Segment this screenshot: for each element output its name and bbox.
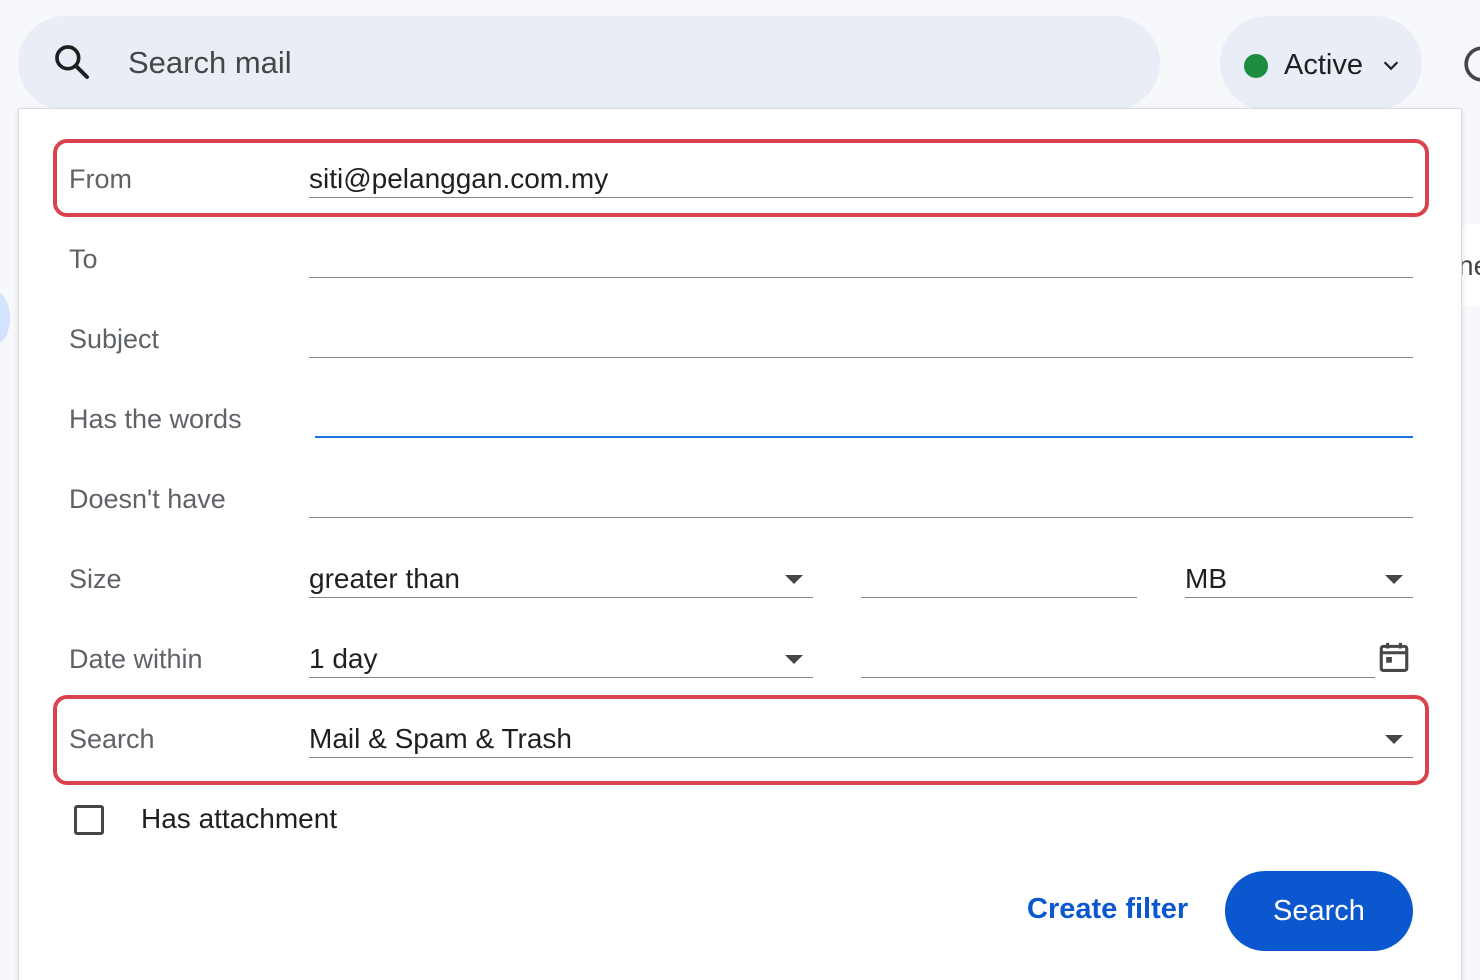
search-in-value: Mail & Spam & Trash xyxy=(309,723,572,754)
date-within-underline xyxy=(309,677,813,678)
status-dot xyxy=(1244,54,1268,78)
date-within-value: 1 day xyxy=(309,643,378,674)
date-underline xyxy=(861,677,1375,678)
date-field[interactable] xyxy=(861,643,1373,675)
help-icon[interactable] xyxy=(1462,44,1480,84)
search-in-underline xyxy=(309,757,1413,758)
to-underline xyxy=(309,277,1413,278)
from-field[interactable]: siti@pelanggan.com.my xyxy=(309,163,608,195)
chevron-down-icon xyxy=(1383,61,1399,71)
has-words-label: Has the words xyxy=(69,404,242,434)
size-value-field[interactable] xyxy=(861,563,1137,595)
search-button[interactable]: Search xyxy=(1225,871,1413,951)
compose-edge xyxy=(0,292,10,344)
date-within-label: Date within xyxy=(69,644,203,674)
has-attachment-checkbox[interactable] xyxy=(74,805,104,835)
size-value-underline xyxy=(861,597,1137,598)
doesnt-have-label: Doesn't have xyxy=(69,484,226,514)
size-operator-value: greater than xyxy=(309,563,460,594)
to-field[interactable] xyxy=(309,243,1413,275)
search-input[interactable]: Search mail xyxy=(128,45,292,81)
create-filter-link[interactable]: Create filter xyxy=(1027,893,1188,926)
dropdown-arrow-icon xyxy=(1385,735,1403,744)
date-within-select[interactable]: 1 day xyxy=(309,639,813,679)
search-in-select[interactable]: Mail & Spam & Trash xyxy=(309,719,1413,759)
search-icon[interactable] xyxy=(52,42,92,82)
subject-underline xyxy=(309,357,1413,358)
has-attachment-label[interactable]: Has attachment xyxy=(141,803,337,835)
doesnt-have-underline xyxy=(309,517,1413,518)
size-unit-value: MB xyxy=(1185,563,1227,594)
from-highlight xyxy=(53,139,1429,217)
has-words-field[interactable] xyxy=(315,403,1413,435)
subject-field[interactable] xyxy=(309,323,1413,355)
search-in-label: Search xyxy=(69,724,155,754)
size-label: Size xyxy=(69,564,122,594)
subject-label: Subject xyxy=(69,324,160,354)
advanced-search-dialog: From siti@pelanggan.com.my To Subject Ha… xyxy=(18,108,1462,980)
dropdown-arrow-icon xyxy=(785,655,803,664)
search-bar[interactable]: Search mail xyxy=(18,16,1160,110)
calendar-icon[interactable] xyxy=(1377,639,1411,675)
to-label: To xyxy=(69,244,98,274)
dropdown-arrow-icon xyxy=(785,575,803,584)
size-operator-underline xyxy=(309,597,813,598)
search-button-label: Search xyxy=(1273,894,1365,927)
size-operator-select[interactable]: greater than xyxy=(309,559,813,599)
from-label: From xyxy=(69,164,132,194)
dropdown-arrow-icon xyxy=(1385,575,1403,584)
has-words-underline xyxy=(315,436,1413,438)
status-label: Active xyxy=(1284,49,1363,81)
from-underline xyxy=(309,197,1413,198)
status-selector[interactable]: Active xyxy=(1220,16,1422,110)
size-unit-select[interactable]: MB xyxy=(1185,559,1413,599)
size-unit-underline xyxy=(1185,597,1413,598)
doesnt-have-field[interactable] xyxy=(309,483,1413,515)
